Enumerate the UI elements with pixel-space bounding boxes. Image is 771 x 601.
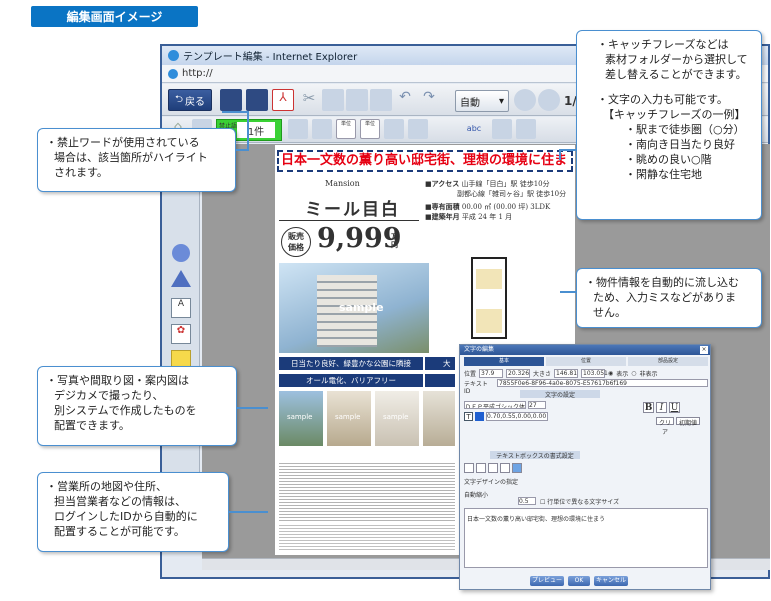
pointer-forbidden [222, 111, 249, 151]
pointer-catchphrase [559, 149, 576, 160]
callout-pointers [222, 111, 576, 513]
